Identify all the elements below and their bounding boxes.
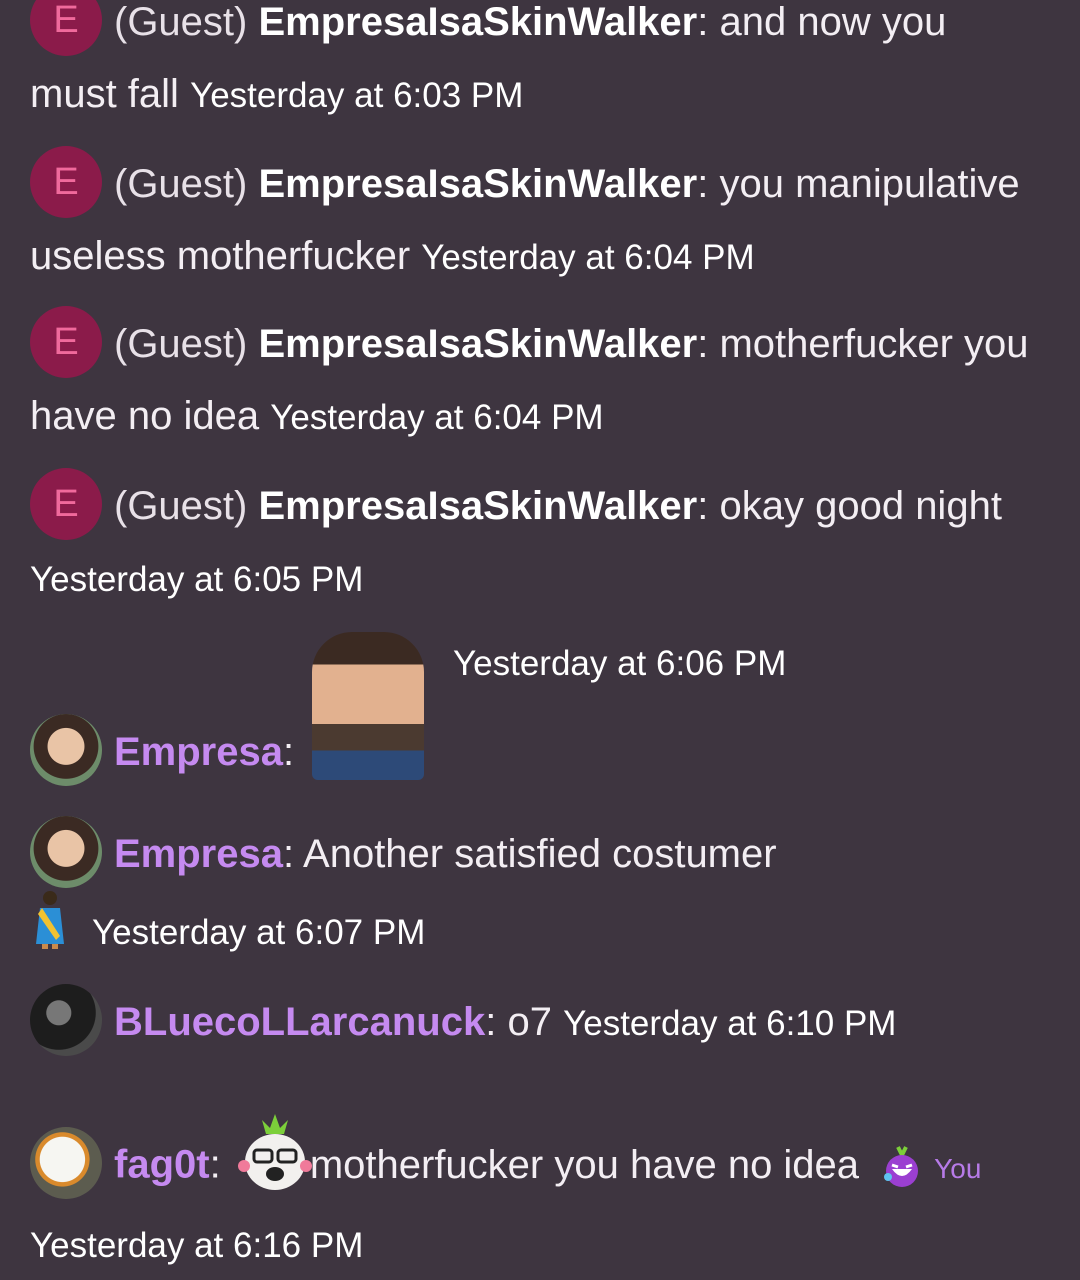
- separator: :: [697, 162, 709, 206]
- message-text: motherfucker you have no idea: [309, 1142, 860, 1187]
- avatar[interactable]: E: [30, 0, 102, 57]
- separator: :: [697, 322, 709, 366]
- chat-message: E (Guest) EmpresaIsaSkinWalker: okay good…: [30, 468, 1060, 614]
- guest-tag: (Guest): [114, 322, 248, 366]
- username[interactable]: EmpresaIsaSkinWalker: [258, 484, 697, 528]
- chat-message: E (Guest) EmpresaIsaSkinWalker: motherfuc…: [30, 306, 1060, 452]
- avatar[interactable]: E: [30, 468, 102, 541]
- username[interactable]: EmpresaIsaSkinWalker: [258, 0, 697, 44]
- message-text: o7: [507, 1000, 552, 1044]
- timestamp: Yesterday at 6:10 PM: [563, 1004, 897, 1043]
- chat-message-header: Empresa:: [30, 714, 1060, 790]
- avatar[interactable]: [30, 1127, 102, 1199]
- message-text: you manipulative: [719, 162, 1020, 206]
- message-text: and now you: [719, 0, 947, 44]
- timestamp: Yesterday at 6:04 PM: [270, 398, 604, 438]
- timestamp: Yesterday at 6:07 PM: [92, 913, 426, 953]
- chat-message: fag0t: motherfucker you have no idea You: [30, 1114, 1060, 1280]
- avatar[interactable]: [30, 984, 102, 1057]
- message-text-continued: useless motherfucker: [30, 234, 411, 279]
- chat-message: E (Guest) EmpresaIsaSkinWalker: and now y…: [30, 0, 1060, 130]
- message-text: Another satisfied costumer: [303, 832, 777, 876]
- timestamp: Yesterday at 6:06 PM: [453, 644, 787, 683]
- timestamp: Yesterday at 6:04 PM: [421, 238, 755, 278]
- username[interactable]: EmpresaIsaSkinWalker: [258, 162, 697, 206]
- username[interactable]: BLuecoLLarcanuck: [114, 1000, 485, 1044]
- guest-tag: (Guest): [114, 0, 248, 44]
- message-text: okay good night: [719, 484, 1002, 528]
- message-text: motherfucker you: [719, 322, 1029, 366]
- separator: :: [282, 832, 295, 876]
- person-in-sari-emoji-icon: [30, 888, 92, 971]
- avatar[interactable]: E: [30, 306, 102, 379]
- username[interactable]: EmpresaIsaSkinWalker: [258, 322, 697, 366]
- separator: :: [209, 1142, 221, 1187]
- you-label: You: [934, 1152, 982, 1184]
- timestamp: Yesterday at 6:03 PM: [190, 76, 524, 116]
- username[interactable]: Empresa: [114, 730, 283, 774]
- timestamp: Yesterday at 6:16 PM: [30, 1226, 364, 1265]
- username[interactable]: Empresa: [114, 832, 283, 876]
- guest-tag: (Guest): [114, 484, 248, 528]
- separator: :: [282, 730, 295, 774]
- separator: :: [697, 484, 709, 528]
- purple-laughing-emoji-icon: [878, 1143, 926, 1191]
- chat-message: BLuecoLLarcanuck: o7 Yesterday at 6:10 P…: [30, 984, 1060, 1060]
- message-text-continued: must fall: [30, 72, 179, 117]
- avatar[interactable]: [30, 816, 102, 889]
- timestamp: Yesterday at 6:05 PM: [30, 560, 364, 600]
- separator: :: [485, 1000, 497, 1044]
- avatar[interactable]: E: [30, 146, 102, 219]
- chat-message: E (Guest) EmpresaIsaSkinWalker: you manip…: [30, 146, 1060, 292]
- separator: :: [697, 0, 709, 44]
- chat-message: Empresa: Another satisfied costumer Yest…: [30, 816, 1060, 975]
- avatar[interactable]: [30, 714, 102, 787]
- onion-sticker-icon: [232, 1110, 318, 1196]
- username[interactable]: fag0t: [114, 1143, 210, 1187]
- message-text-continued: have no idea: [30, 394, 260, 439]
- guest-tag: (Guest): [114, 162, 248, 206]
